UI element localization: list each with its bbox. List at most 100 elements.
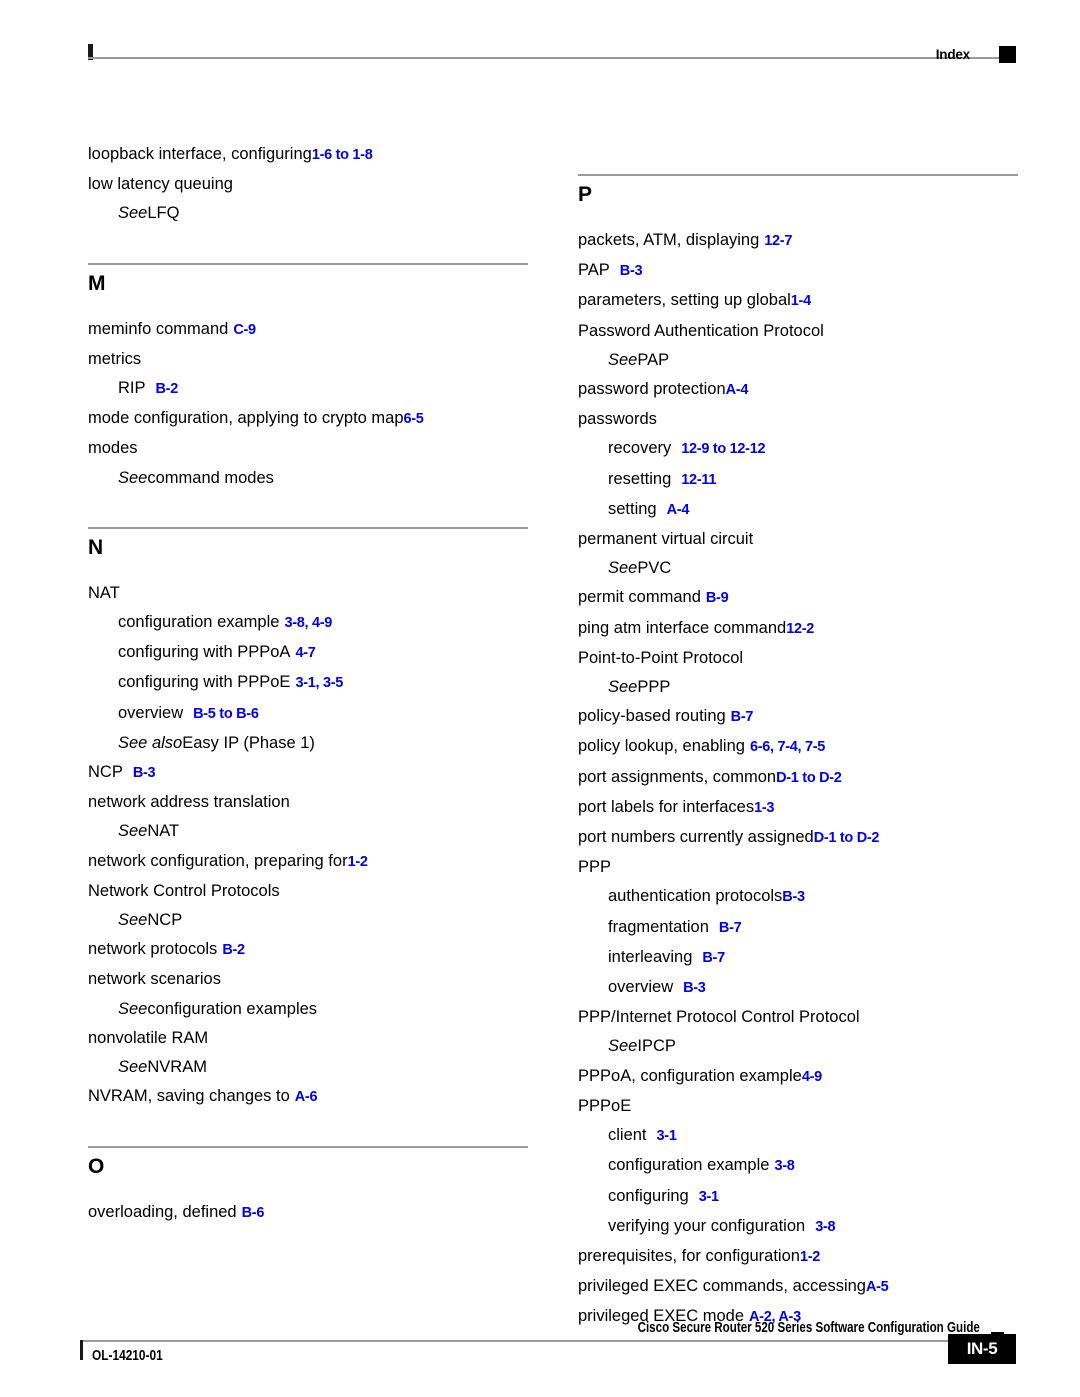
see-reference-label: See (118, 204, 148, 223)
index-entry: configuring 3-1 (608, 1182, 1018, 1212)
page-reference-link[interactable]: A-4 (667, 502, 690, 518)
page-reference-link[interactable]: B-9 (706, 590, 729, 606)
index-entry-text: passwords (578, 410, 657, 429)
page-reference-link[interactable]: 3-1 (657, 1128, 677, 1144)
page-reference-link[interactable]: 12-11 (681, 472, 716, 488)
page-reference-link[interactable]: B-3 (133, 765, 156, 781)
page-reference-link[interactable]: 6-6, 7-4, 7-5 (750, 739, 825, 755)
index-entry: verifying your configuration 3-8 (608, 1212, 1018, 1242)
index-entry-text: loopback interface, configuring (88, 145, 312, 163)
index-entry: recovery 12-9 to 12-12 (608, 434, 1018, 464)
index-entry-text: client (608, 1126, 647, 1145)
page-reference-link[interactable]: 1-4 (791, 293, 811, 309)
page-reference-link[interactable]: 1-2 (800, 1249, 820, 1265)
index-entry: SeeNAT (118, 817, 528, 846)
page-reference-link[interactable]: 3-1 (699, 1189, 719, 1205)
index-entry-text: low latency queuing (88, 175, 233, 194)
index-entry-text: PPP/Internet Protocol Control Protocol (578, 1008, 860, 1027)
index-entry: SeePVC (608, 554, 1018, 583)
index-entry: PPP/Internet Protocol Control Protocol (578, 1003, 1018, 1032)
index-entry: Password Authentication Protocol (578, 317, 1018, 346)
index-entry: See alsoEasy IP (Phase 1) (118, 729, 528, 758)
index-entry: packets, ATM, displaying 12-7 (578, 226, 1018, 256)
index-entry: ping atm interface command12-2 (578, 614, 1018, 644)
see-reference-label: See (118, 468, 148, 487)
index-entry: modes (88, 434, 528, 463)
index-entry-text: privileged EXEC commands, accessing (578, 1277, 866, 1296)
page-reference-link[interactable]: A-5 (866, 1279, 889, 1295)
page-reference-link[interactable]: A-6 (295, 1089, 318, 1105)
page-reference-link[interactable]: D-1 to D-2 (776, 770, 842, 786)
page-reference-link[interactable]: B-3 (782, 889, 805, 905)
page-reference-link[interactable]: 3-8 (815, 1219, 835, 1235)
index-entry: PPPoA, configuration example4-9 (578, 1062, 1018, 1092)
letter-heading: N (88, 535, 104, 559)
header-title: Index (935, 47, 970, 62)
see-reference-label: See (608, 678, 638, 697)
page-reference-link[interactable]: 12-9 to 12-12 (681, 441, 765, 457)
index-entry: SeeNCP (118, 906, 528, 935)
index-entry: prerequisites, for configuration1-2 (578, 1242, 1018, 1272)
index-entry-text: Password Authentication Protocol (578, 321, 824, 340)
page-reference-link[interactable]: A-4 (726, 382, 749, 398)
index-entry-text: RIP (118, 379, 146, 398)
page-reference-link[interactable]: 3-8 (774, 1158, 794, 1174)
page-reference-link[interactable]: 6-5 (404, 411, 424, 427)
page-reference-link[interactable]: 1-6 to 1-8 (312, 147, 373, 163)
index-entry: network protocols B-2 (88, 935, 528, 965)
index-entry: password protectionA-4 (578, 375, 1018, 405)
page-reference-link[interactable]: B-3 (683, 980, 706, 996)
index-entry-text: command modes (147, 468, 274, 487)
index-entry-text: overview (118, 703, 184, 722)
index-entry-text: packets, ATM, displaying (578, 231, 760, 249)
see-reference-label: See (608, 559, 638, 578)
index-entry: overloading, defined B-6 (88, 1198, 528, 1228)
page-reference-link[interactable]: B-7 (731, 709, 754, 725)
page-reference-link[interactable]: 1-3 (754, 800, 774, 816)
index-entry-text: authentication protocols (608, 887, 783, 906)
letter-section-header: O (88, 1146, 528, 1180)
section-divider-rule (88, 262, 528, 265)
index-entry-text: meminfo command (88, 319, 229, 338)
index-entry: overview B-5 to B-6 (118, 699, 528, 729)
index-entry-text: NCP (88, 763, 123, 782)
index-entry: SeeLFQ (118, 199, 528, 228)
page-reference-link[interactable]: C-9 (233, 322, 256, 338)
index-entry: network configuration, preparing for1-2 (88, 847, 528, 877)
index-entry: port numbers currently assignedD-1 to D-… (578, 823, 1018, 853)
page-reference-link[interactable]: 12-7 (764, 233, 792, 249)
page-reference-link[interactable]: B-2 (156, 381, 179, 397)
left-column: loopback interface, configuring1-6 to 1-… (88, 140, 528, 1229)
page-reference-link[interactable]: B-3 (620, 263, 643, 279)
index-entry-text: modes (88, 439, 138, 458)
index-entry: network address translation (88, 788, 528, 817)
index-entry-text: NCP (147, 911, 183, 930)
page-reference-link[interactable]: D-1 to D-2 (814, 830, 880, 846)
letter-heading: M (88, 271, 106, 295)
page-reference-link[interactable]: B-6 (242, 1205, 265, 1221)
index-entry: privileged EXEC commands, accessingA-5 (578, 1272, 1018, 1302)
index-entry: metrics (88, 345, 528, 374)
index-entry: interleaving B-7 (608, 943, 1018, 973)
page-reference-link[interactable]: B-5 to B-6 (193, 706, 259, 722)
page-reference-link[interactable]: 3-1, 3-5 (295, 675, 343, 691)
page-reference-link[interactable]: 4-7 (295, 645, 315, 661)
page-reference-link[interactable]: 12-2 (786, 621, 814, 637)
page-reference-link[interactable]: B-7 (719, 920, 742, 936)
page-reference-link[interactable]: B-7 (702, 950, 725, 966)
footer-tick-mark (80, 1340, 83, 1360)
index-entry-text: permanent virtual circuit (578, 530, 754, 549)
index-entry: NAT (88, 579, 528, 608)
see-reference-label: See (118, 822, 148, 841)
page-reference-link[interactable]: 3-8, 4-9 (284, 615, 332, 631)
page-number-badge: IN-5 (948, 1334, 1016, 1364)
page-reference-link[interactable]: 1-2 (348, 854, 368, 870)
index-entry-text: port assignments, common (578, 767, 777, 786)
index-entry: permit command B-9 (578, 583, 1018, 613)
page-reference-link[interactable]: 4-9 (802, 1069, 822, 1085)
index-entry: resetting 12-11 (608, 465, 1018, 495)
index-entry-text: PPPoE (578, 1096, 632, 1115)
page-reference-link[interactable]: B-2 (222, 942, 245, 958)
index-entry: network scenarios (88, 965, 528, 994)
see-reference-label: See (608, 1037, 638, 1056)
